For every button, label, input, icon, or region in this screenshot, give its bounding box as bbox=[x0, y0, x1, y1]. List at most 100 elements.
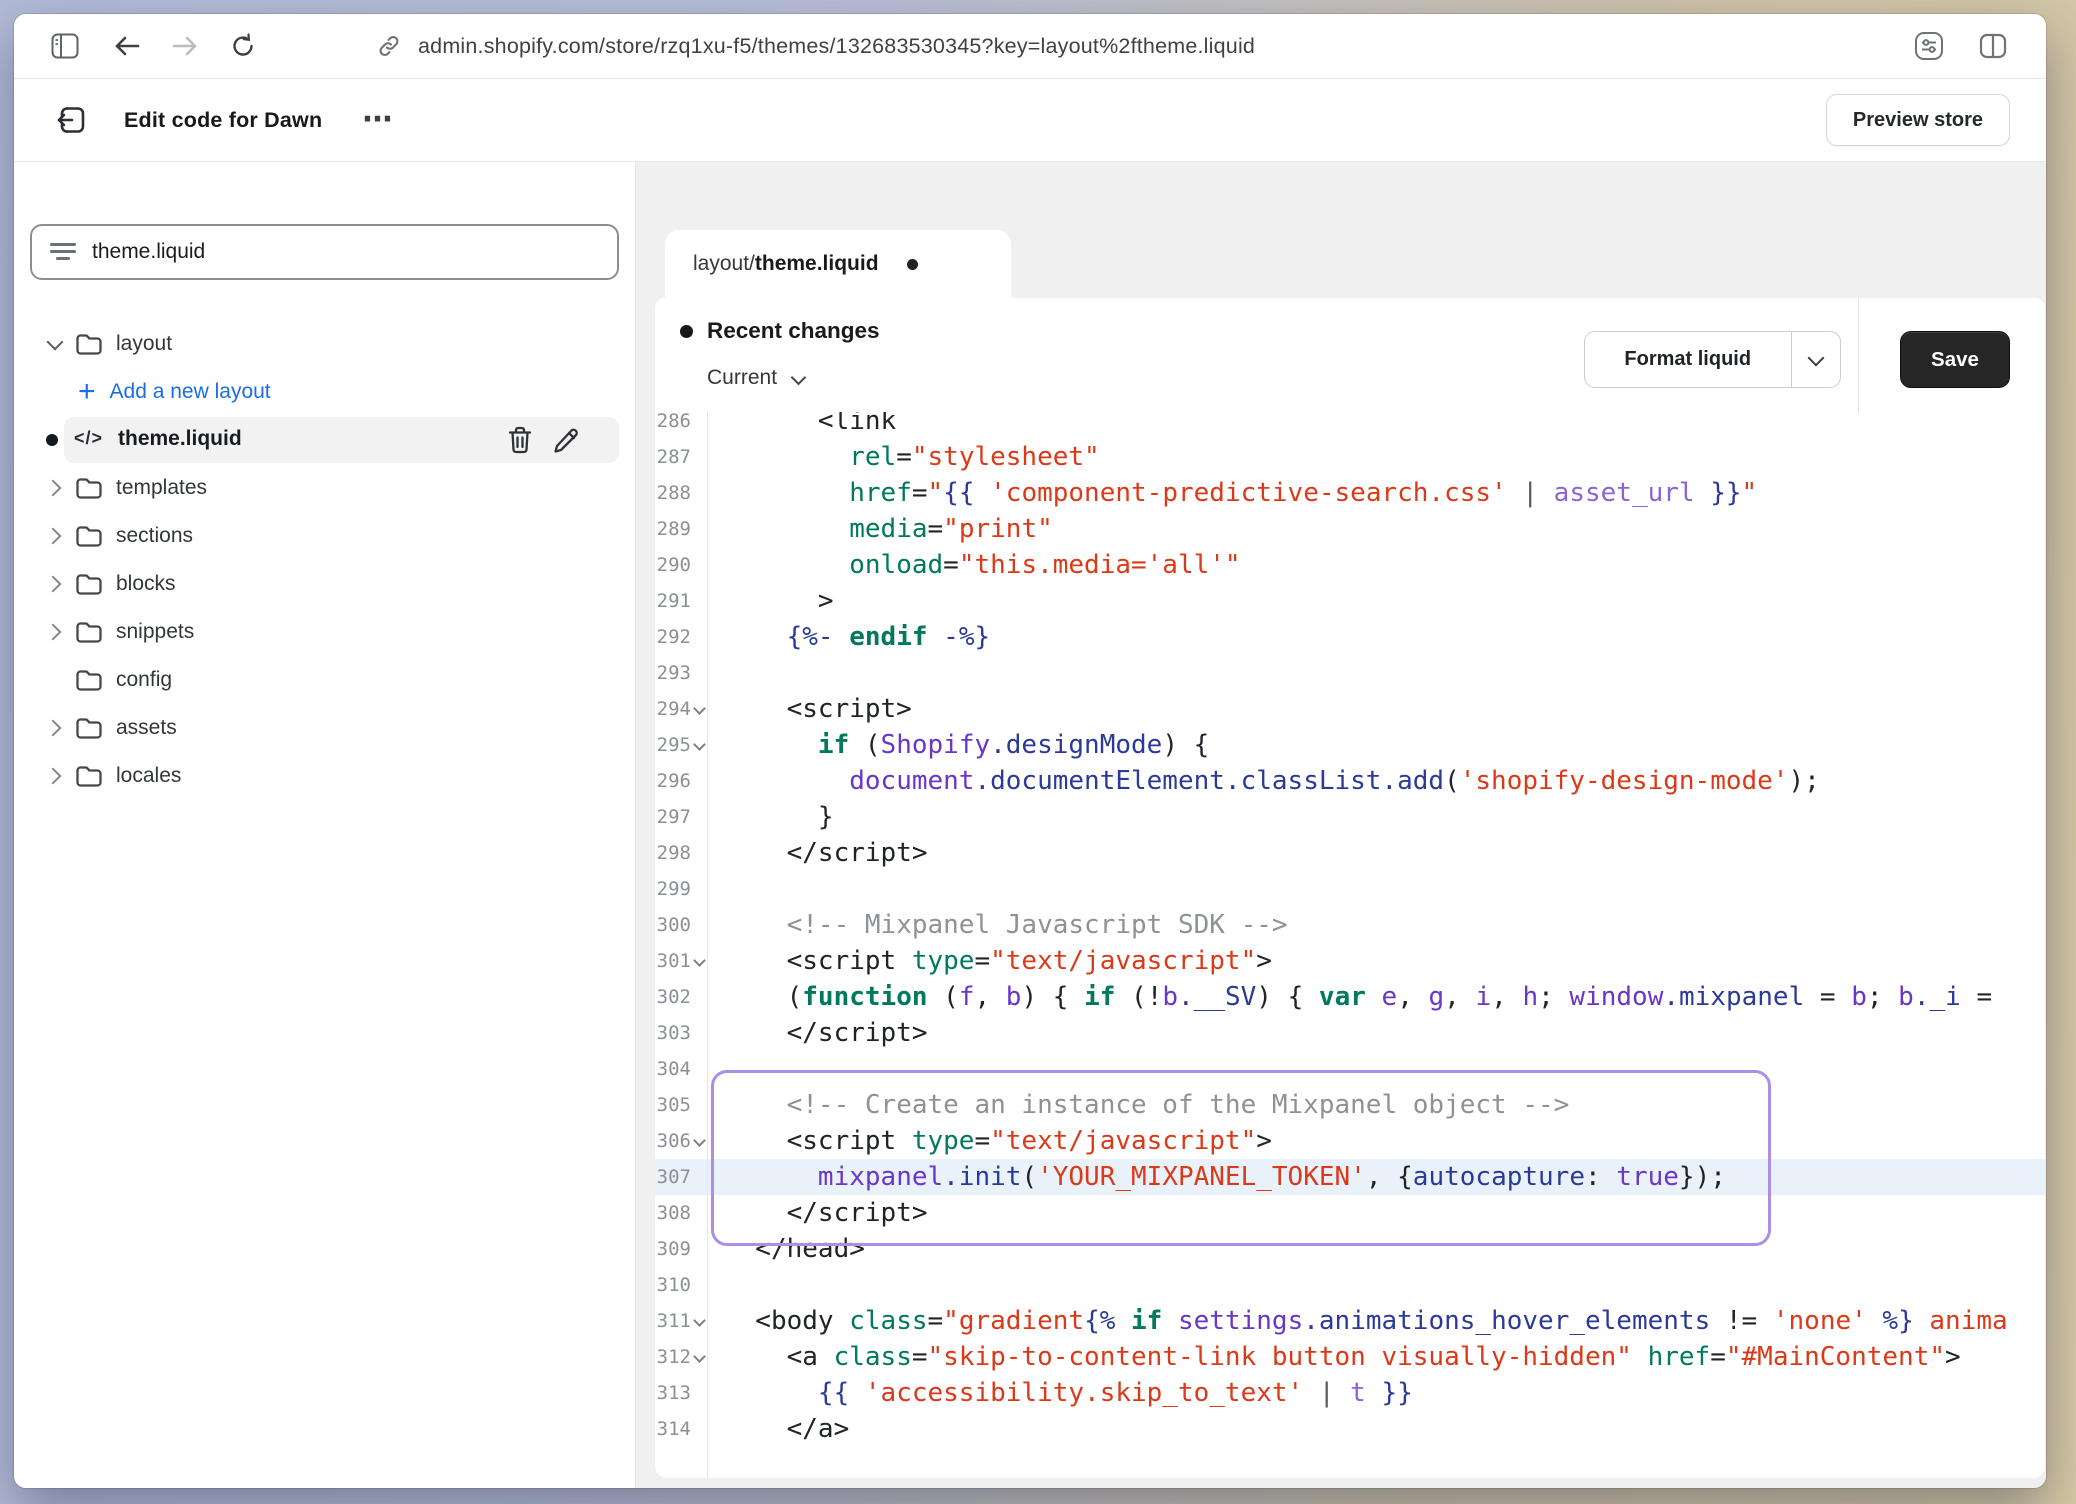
code-line-312[interactable]: 312 <a class="skip-to-content-link butto… bbox=[655, 1339, 2045, 1375]
edit-file-icon[interactable] bbox=[552, 426, 580, 454]
save-button[interactable]: Save bbox=[1900, 331, 2010, 388]
code-line-286[interactable]: 286 <link bbox=[655, 412, 2045, 439]
code-line-296[interactable]: 296 document.documentElement.classList.a… bbox=[655, 763, 2045, 799]
code-line-289[interactable]: 289 media="print" bbox=[655, 511, 2045, 547]
add-layout-label: Add a new layout bbox=[110, 380, 271, 404]
tab-path-prefix: layout/ bbox=[693, 252, 755, 276]
file-tree: layout + Add a new layout </> theme.liqu… bbox=[14, 320, 635, 800]
sidebar-item-templates[interactable]: templates bbox=[14, 464, 635, 512]
sidebar-item-theme-liquid[interactable]: </> theme.liquid bbox=[14, 416, 635, 464]
back-icon[interactable] bbox=[112, 31, 142, 61]
gutter-divider bbox=[707, 412, 708, 1478]
reload-icon[interactable] bbox=[228, 31, 258, 61]
tab-unsaved-dot bbox=[907, 259, 918, 270]
chevron-spacer bbox=[44, 669, 66, 691]
chevron-right-icon[interactable] bbox=[44, 477, 66, 499]
tab-theme-liquid[interactable]: layout/theme.liquid bbox=[665, 230, 1011, 298]
code-line-306[interactable]: 306 <script type="text/javascript"> bbox=[655, 1123, 2045, 1159]
code-line-313[interactable]: 313 {{ 'accessibility.skip_to_text' | t … bbox=[655, 1375, 2045, 1411]
code-line-294[interactable]: 294 <script> bbox=[655, 691, 2045, 727]
folder-icon bbox=[75, 524, 103, 548]
code-line-314[interactable]: 314 </a> bbox=[655, 1411, 2045, 1447]
chevron-down-icon bbox=[791, 370, 807, 386]
version-label: Current bbox=[707, 366, 777, 390]
format-liquid-button[interactable]: Format liquid bbox=[1584, 331, 1841, 388]
link-icon bbox=[374, 31, 404, 61]
file-label: theme.liquid bbox=[118, 427, 242, 451]
folder-label: layout bbox=[116, 332, 172, 356]
code-line-301[interactable]: 301 <script type="text/javascript"> bbox=[655, 943, 2045, 979]
file-sidebar: theme.liquid layout + Add bbox=[14, 162, 636, 1488]
version-selector[interactable]: Current bbox=[707, 366, 807, 390]
code-line-297[interactable]: 297 } bbox=[655, 799, 2045, 835]
code-line-304[interactable]: 304 bbox=[655, 1051, 2045, 1087]
code-lines: 286 <link287 rel="stylesheet"288 href="{… bbox=[655, 412, 2045, 1447]
plus-icon: + bbox=[78, 382, 96, 402]
browser-settings-icon[interactable] bbox=[1914, 31, 1944, 61]
code-line-291[interactable]: 291 > bbox=[655, 583, 2045, 619]
code-editor[interactable]: 286 <link287 rel="stylesheet"288 href="{… bbox=[655, 412, 2045, 1478]
code-line-292[interactable]: 292 {%- endif -%} bbox=[655, 619, 2045, 655]
code-line-298[interactable]: 298 </script> bbox=[655, 835, 2045, 871]
folder-icon bbox=[75, 476, 103, 500]
sidebar-item-blocks[interactable]: blocks bbox=[14, 560, 635, 608]
sidebar-toggle-icon[interactable] bbox=[50, 31, 80, 61]
folder-icon bbox=[75, 332, 103, 356]
file-search-input[interactable]: theme.liquid bbox=[30, 224, 619, 280]
url-bar[interactable]: admin.shopify.com/store/rzq1xu-f5/themes… bbox=[418, 34, 1255, 59]
add-new-layout-button[interactable]: + Add a new layout bbox=[14, 368, 635, 416]
app-header: Edit code for Dawn ⋯ Preview store bbox=[14, 79, 2046, 161]
filter-icon bbox=[50, 243, 76, 261]
code-line-293[interactable]: 293 bbox=[655, 655, 2045, 691]
code-line-307[interactable]: 307 mixpanel.init('YOUR_MIXPANEL_TOKEN',… bbox=[655, 1159, 2045, 1195]
code-line-308[interactable]: 308 </script> bbox=[655, 1195, 2045, 1231]
folder-icon bbox=[75, 572, 103, 596]
chevron-right-icon[interactable] bbox=[44, 573, 66, 595]
code-line-287[interactable]: 287 rel="stylesheet" bbox=[655, 439, 2045, 475]
editor-sheet: Recent changes Current Format liquid bbox=[655, 298, 2045, 1478]
code-line-288[interactable]: 288 href="{{ 'component-predictive-searc… bbox=[655, 475, 2045, 511]
editor-main: layout/theme.liquid Recent changes Curre… bbox=[636, 162, 2046, 1488]
code-line-300[interactable]: 300 <!-- Mixpanel Javascript SDK --> bbox=[655, 907, 2045, 943]
format-liquid-label: Format liquid bbox=[1585, 332, 1791, 387]
search-value: theme.liquid bbox=[92, 240, 205, 264]
chevron-right-icon[interactable] bbox=[44, 621, 66, 643]
folder-icon bbox=[75, 716, 103, 740]
code-line-310[interactable]: 310 bbox=[655, 1267, 2045, 1303]
chevron-right-icon[interactable] bbox=[44, 525, 66, 547]
split-view-icon[interactable] bbox=[1978, 31, 2008, 61]
folder-label: locales bbox=[116, 764, 181, 788]
code-line-299[interactable]: 299 bbox=[655, 871, 2045, 907]
forward-icon[interactable] bbox=[170, 31, 200, 61]
editor-toolbar: Recent changes Current Format liquid bbox=[655, 298, 2045, 412]
folder-label: templates bbox=[116, 476, 207, 500]
sidebar-item-snippets[interactable]: snippets bbox=[14, 608, 635, 656]
folder-icon bbox=[75, 764, 103, 788]
page-title: Edit code for Dawn bbox=[124, 108, 322, 133]
preview-store-button[interactable]: Preview store bbox=[1826, 94, 2010, 146]
folder-label: snippets bbox=[116, 620, 194, 644]
sidebar-item-assets[interactable]: assets bbox=[14, 704, 635, 752]
folder-label: config bbox=[116, 668, 172, 692]
exit-editor-icon[interactable] bbox=[54, 103, 88, 137]
chevron-right-icon[interactable] bbox=[44, 717, 66, 739]
code-line-305[interactable]: 305 <!-- Create an instance of the Mixpa… bbox=[655, 1087, 2045, 1123]
recent-changes-label: Recent changes bbox=[707, 318, 880, 344]
code-line-309[interactable]: 309 </head> bbox=[655, 1231, 2045, 1267]
code-line-311[interactable]: 311 <body class="gradient{% if settings.… bbox=[655, 1303, 2045, 1339]
tab-file-name: theme.liquid bbox=[755, 252, 879, 276]
code-line-295[interactable]: 295 if (Shopify.designMode) { bbox=[655, 727, 2045, 763]
sidebar-item-config[interactable]: config bbox=[14, 656, 635, 704]
delete-file-icon[interactable] bbox=[506, 426, 534, 454]
sidebar-item-locales[interactable]: locales bbox=[14, 752, 635, 800]
code-line-303[interactable]: 303 </script> bbox=[655, 1015, 2045, 1051]
overflow-menu-icon[interactable]: ⋯ bbox=[362, 115, 394, 125]
code-line-290[interactable]: 290 onload="this.media='all'" bbox=[655, 547, 2045, 583]
sidebar-item-sections[interactable]: sections bbox=[14, 512, 635, 560]
chevron-down-icon[interactable] bbox=[1792, 332, 1840, 387]
chevron-right-icon[interactable] bbox=[44, 765, 66, 787]
sidebar-item-layout[interactable]: layout bbox=[14, 320, 635, 368]
code-line-302[interactable]: 302 (function (f, b) { if (!b.__SV) { va… bbox=[655, 979, 2045, 1015]
chevron-down-icon[interactable] bbox=[44, 333, 66, 355]
folder-icon bbox=[75, 620, 103, 644]
